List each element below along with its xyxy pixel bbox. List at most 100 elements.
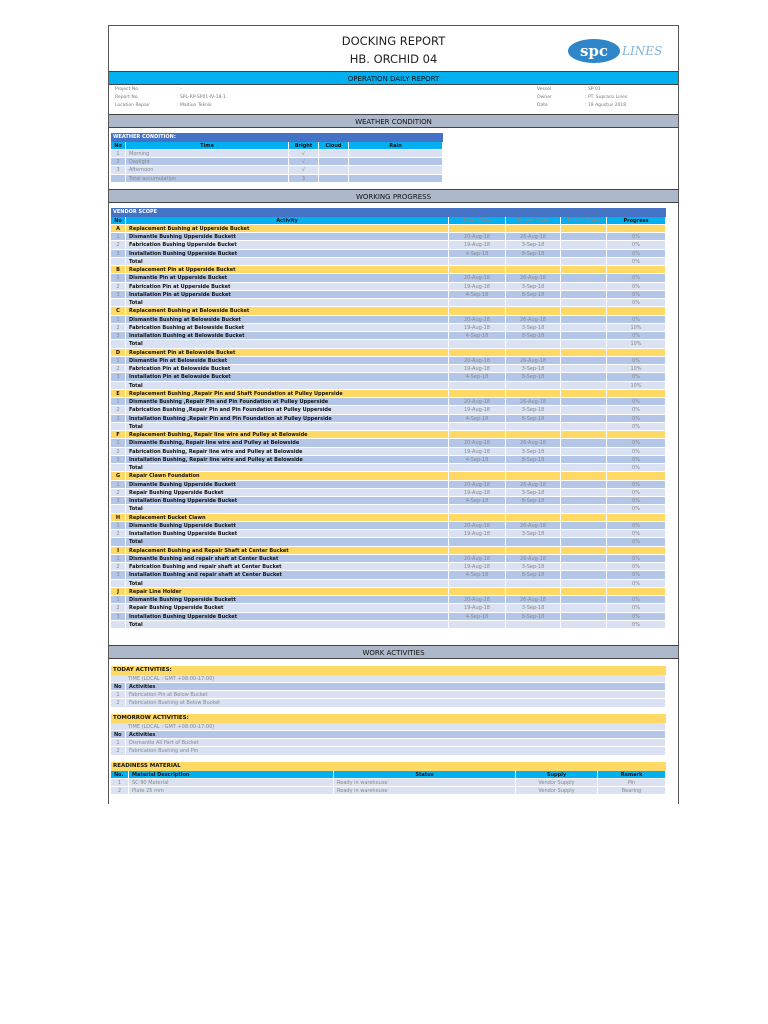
cell (449, 620, 506, 628)
total-progress: 0% (607, 538, 666, 546)
progress-cell: 26-Aug-18 (506, 233, 561, 241)
cell (506, 546, 561, 554)
progress-cell (561, 488, 607, 496)
cell (449, 472, 506, 480)
cell (111, 299, 126, 307)
activity-row: 2 Fabrication Pin at Belowside Bucket 19-A… (111, 365, 666, 374)
progress-cell: 3-Sep-18 (506, 604, 561, 612)
progress-cell: 3-Sep-18 (506, 447, 561, 455)
weather-col-header: Time (126, 141, 289, 149)
progress-cell: 20-Aug-18 (449, 521, 506, 529)
progress-cell: 8-Sep-18 (506, 612, 561, 620)
group-title: Replacement Bushing at Upperside Bucket (126, 224, 449, 232)
cell (506, 381, 561, 389)
cell (506, 620, 561, 628)
activity-row: 3 Installation Pin at Upperside Bucket 4-S… (111, 290, 666, 299)
progress-cell (561, 315, 607, 323)
info-value: : SP 01 (585, 87, 601, 92)
progress-cell: Fabrication Bushing Upperside Bucket (126, 241, 449, 249)
cell (561, 348, 607, 356)
readiness-material-table: READINESS MATERIAL No. Material Descriptio… (111, 762, 666, 796)
progress-cell: 0% (607, 447, 666, 455)
progress-cell: 4-Sep-18 (449, 497, 506, 505)
cell (561, 538, 607, 546)
progress-cell: Installation Bushing Upperside Bucket (126, 249, 449, 257)
progress-cell: 19-Aug-18 (449, 282, 506, 290)
total-row: Total 0% (111, 299, 666, 308)
group-title: Replacement Pin at Belowside Bucket (126, 348, 449, 356)
today-activities: TODAY ACTIVITIES: TIME (LOCAL : GMT +08:0… (111, 666, 666, 708)
activity-row: 2 Repair Bushing Upperside Bucket 19-Aug-1… (111, 488, 666, 497)
material-cell: Bearing (598, 787, 666, 795)
material-cell: Pin (598, 778, 666, 786)
col-no: No (111, 730, 126, 738)
progress-cell: 10% (607, 365, 666, 373)
group-row: H Replacement Bucket Clawn (111, 513, 666, 522)
cell (561, 224, 607, 232)
time-label: TIME (LOCAL : GMT +08:00-17:00) (111, 674, 666, 682)
cell (607, 307, 666, 315)
cell (506, 538, 561, 546)
activity-row: 3 Installation Bushing Upperside Bucket 4-… (111, 497, 666, 506)
cell (506, 422, 561, 430)
total-row: Total 0% (111, 464, 666, 473)
weather-cell: √ (289, 158, 319, 166)
progress-cell: 2 (111, 406, 126, 414)
progress-cell (561, 439, 607, 447)
progress-cell: Dismantle Bushing Upperside Buckett (126, 596, 449, 604)
cell (506, 464, 561, 472)
progress-cell: 0% (607, 282, 666, 290)
progress-cell: Dismantle Bushing, Repair line wire and … (126, 439, 449, 447)
progress-cell (561, 521, 607, 529)
info-label: Location Repair (115, 103, 150, 108)
activity-row: 2 Fabrication Bushing at Belowside Bucket… (111, 323, 666, 332)
cell (111, 538, 126, 546)
progress-cell: 2 (111, 323, 126, 331)
group-title: Replacement Bucket Clawn (126, 513, 449, 521)
cell (561, 431, 607, 439)
progress-cell: 19-Aug-18 (449, 604, 506, 612)
activity-row: 1 Dismantle Pin at Belowside Bucket 20-Aug… (111, 356, 666, 365)
cell (449, 431, 506, 439)
activity-text: Fabrication Bushing and Pin (126, 747, 666, 755)
progress-cell: 19-Aug-18 (449, 563, 506, 571)
progress-cell: 2 (111, 488, 126, 496)
progress-cell: 0% (607, 604, 666, 612)
cell (561, 546, 607, 554)
progress-cell: Repair Bushing Upperside Bucket (126, 604, 449, 612)
cell (449, 340, 506, 348)
activity-row: 1 Dismantle Bushing and repair shaft at C… (111, 554, 666, 563)
progress-cell: Repair Bushing Upperside Bucket (126, 488, 449, 496)
progress-cell (561, 356, 607, 364)
cell (561, 299, 607, 307)
group-id: E (111, 389, 126, 397)
cell (449, 538, 506, 546)
weather-row: Total accumulation 3 (111, 174, 443, 183)
progress-cell (561, 398, 607, 406)
progress-cell: Installation Bushing Upperside Bucket (126, 530, 449, 538)
group-row: I Replacement Bushing and Repair Shaft at… (111, 546, 666, 555)
info-label: Report No. (115, 95, 139, 100)
cell (111, 422, 126, 430)
progress-cell: 1 (111, 315, 126, 323)
progress-col-header: Progress (607, 216, 666, 224)
progress-cell: 0% (607, 398, 666, 406)
cell (506, 307, 561, 315)
cell (561, 266, 607, 274)
group-id: G (111, 472, 126, 480)
progress-cell: 0% (607, 274, 666, 282)
group-id: D (111, 348, 126, 356)
cell (449, 546, 506, 554)
progress-cell: 2 (111, 365, 126, 373)
total-label: Total (126, 422, 449, 430)
total-progress: 0% (607, 505, 666, 513)
cell (506, 257, 561, 265)
progress-header-row: No Activity Start Date Target Date Finish Da… (111, 216, 666, 225)
material-col-header: Supply (516, 770, 598, 778)
cell (506, 266, 561, 274)
weather-cell (319, 149, 349, 157)
cell (449, 587, 506, 595)
cell (449, 257, 506, 265)
cell (506, 340, 561, 348)
weather-cell (349, 158, 443, 166)
